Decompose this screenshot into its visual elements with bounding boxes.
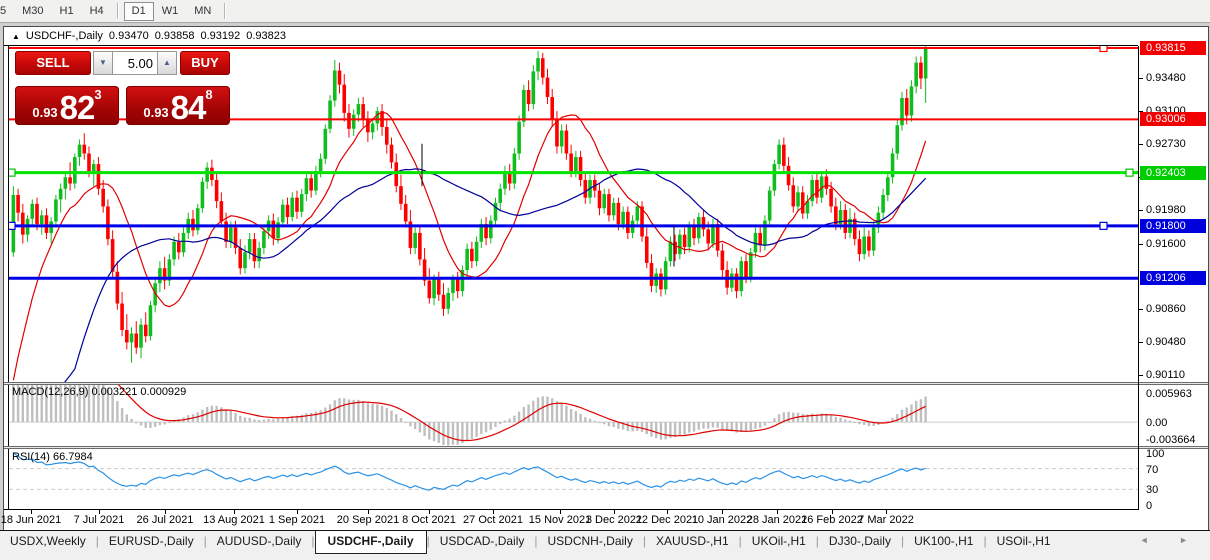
chart-tab-usdchf-daily[interactable]: USDCHF-,Daily bbox=[315, 531, 427, 554]
price-line-badge: 0.91206 bbox=[1140, 271, 1206, 285]
date-label: 1 Sep 2021 bbox=[262, 514, 332, 526]
chart-tab-usoil-h1[interactable]: USOil-,H1 bbox=[987, 531, 1061, 552]
price-tick-label: 0.90860 bbox=[1146, 303, 1186, 315]
chart-tab-dj30-daily[interactable]: DJ30-,Daily bbox=[819, 531, 901, 552]
one-click-trade-panel: SELL ▼ ▲ BUY 0.93 82 3 0.93 84 8 bbox=[15, 51, 230, 125]
axis-border-line bbox=[1138, 46, 1139, 510]
price-tick-label: 0.92730 bbox=[1146, 138, 1186, 150]
timeframe-toolbar: 5M30H1H4 D1W1MN bbox=[0, 0, 1210, 23]
chart-tab-xauusd-h1[interactable]: XAUUSD-,H1 bbox=[646, 531, 739, 552]
buy-price-big: 84 bbox=[171, 93, 206, 123]
date-label: 8 Oct 2021 bbox=[394, 514, 464, 526]
price-tick-mark bbox=[1139, 210, 1143, 211]
line-handle[interactable] bbox=[1126, 169, 1133, 176]
date-label: 26 Jul 2021 bbox=[130, 514, 200, 526]
ohlc-high: 0.93858 bbox=[155, 30, 195, 42]
rsi-axis-label: 100 bbox=[1146, 448, 1164, 460]
timeframe-button-h4[interactable]: H4 bbox=[82, 2, 112, 21]
timeframe-button-m30[interactable]: M30 bbox=[14, 2, 51, 21]
chart-tab-usdx-weekly[interactable]: USDX,Weekly bbox=[0, 531, 96, 552]
date-label: 7 Mar 2022 bbox=[851, 514, 921, 526]
date-label: 18 Jun 2021 bbox=[0, 514, 66, 526]
toolbar-separator bbox=[117, 3, 119, 19]
chart-tab-usdcnh-daily[interactable]: USDCNH-,Daily bbox=[538, 531, 643, 552]
chart-window: ▲ USDCHF-,Daily 0.93470 0.93858 0.93192 … bbox=[3, 26, 1209, 532]
line-handle[interactable] bbox=[1100, 222, 1107, 229]
ohlc-close: 0.93823 bbox=[246, 30, 286, 42]
macd-axis-bottom: -0.003664 bbox=[1146, 434, 1196, 446]
date-label: 7 Jul 2021 bbox=[64, 514, 134, 526]
price-tick-label: 0.91600 bbox=[1146, 238, 1186, 250]
rsi-axis-label: 0 bbox=[1146, 500, 1152, 512]
rsi-axis-label: 70 bbox=[1146, 464, 1158, 476]
ohlc-open: 0.93470 bbox=[109, 30, 149, 42]
line-handle[interactable] bbox=[9, 222, 15, 229]
volume-decrease-icon[interactable]: ▼ bbox=[93, 51, 113, 75]
date-axis: 18 Jun 20217 Jul 202126 Jul 202113 Aug 2… bbox=[4, 509, 1138, 532]
chart-symbol-label: USDCHF-,Daily bbox=[26, 30, 103, 42]
rsi-axis-label: 30 bbox=[1146, 484, 1158, 496]
price-tick-mark bbox=[1139, 144, 1143, 145]
line-handle[interactable] bbox=[1100, 46, 1107, 52]
price-line-badge: 0.93006 bbox=[1140, 112, 1206, 126]
volume-input[interactable] bbox=[113, 51, 157, 75]
sell-price-big: 82 bbox=[60, 93, 95, 123]
macd-axis-top: 0.005963 bbox=[1146, 388, 1192, 400]
chart-tab-bar: USDX,Weekly|EURUSD-,Daily|AUDUSD-,Daily|… bbox=[0, 530, 1210, 560]
chart-tab-eurusd-daily[interactable]: EURUSD-,Daily bbox=[99, 531, 204, 552]
timeframe-button-mn[interactable]: MN bbox=[186, 2, 219, 21]
price-tick-mark bbox=[1139, 375, 1143, 376]
date-label: 20 Sep 2021 bbox=[333, 514, 403, 526]
date-label: 13 Aug 2021 bbox=[199, 514, 269, 526]
toolbar-separator bbox=[224, 3, 226, 19]
volume-increase-icon[interactable]: ▲ bbox=[157, 51, 177, 75]
buy-price-button[interactable]: 0.93 84 8 bbox=[126, 86, 230, 125]
tab-scroll-arrows[interactable]: ◄ ► bbox=[1140, 535, 1202, 545]
ma_slow-line bbox=[13, 169, 925, 382]
price-tick-mark bbox=[1139, 342, 1143, 343]
price-axis: 0.934800.931000.927300.923500.919800.916… bbox=[1138, 46, 1208, 531]
rsi-line bbox=[13, 453, 925, 490]
chart-title-row: ▲ USDCHF-,Daily 0.93470 0.93858 0.93192 … bbox=[4, 27, 1208, 45]
timeframe-button-d1[interactable]: D1 bbox=[124, 2, 154, 21]
timeframe-button-5[interactable]: 5 bbox=[0, 2, 14, 21]
sell-price-prefix: 0.93 bbox=[32, 103, 57, 123]
sell-price-pip: 3 bbox=[94, 89, 101, 101]
price-tick-mark bbox=[1139, 244, 1143, 245]
macd-label: MACD(12,26,9) 0.003221 0.000929 bbox=[12, 386, 186, 398]
price-tick-mark bbox=[1139, 78, 1143, 79]
chart-tab-ukoil-h1[interactable]: UKOil-,H1 bbox=[742, 531, 816, 552]
rsi-label: RSI(14) 66.7984 bbox=[12, 451, 93, 463]
buy-price-pip: 8 bbox=[205, 89, 212, 101]
price-line-badge: 0.92403 bbox=[1140, 166, 1206, 180]
sell-price-button[interactable]: 0.93 82 3 bbox=[15, 86, 119, 125]
ohlc-low: 0.93192 bbox=[200, 30, 240, 42]
timeframe-button-w1[interactable]: W1 bbox=[154, 2, 187, 21]
timeframe-button-h1[interactable]: H1 bbox=[52, 2, 82, 21]
price-tick-label: 0.91980 bbox=[1146, 204, 1186, 216]
price-line-badge: 0.91800 bbox=[1140, 219, 1206, 233]
volume-spinner: ▼ ▲ bbox=[93, 51, 177, 75]
chart-tab-audusd-daily[interactable]: AUDUSD-,Daily bbox=[207, 531, 312, 552]
buy-button[interactable]: BUY bbox=[180, 51, 230, 75]
chart-tab-usdcad-daily[interactable]: USDCAD-,Daily bbox=[430, 531, 535, 552]
price-tick-label: 0.90480 bbox=[1146, 336, 1186, 348]
price-line-badge: 0.93815 bbox=[1140, 41, 1206, 55]
sell-button[interactable]: SELL bbox=[15, 51, 91, 75]
chart-tab-uk100-h1[interactable]: UK100-,H1 bbox=[904, 531, 983, 552]
price-tick-label: 0.90110 bbox=[1146, 369, 1185, 381]
price-tick-mark bbox=[1139, 309, 1143, 310]
price-tick-label: 0.93480 bbox=[1146, 72, 1186, 84]
macd-axis-zero: 0.00 bbox=[1146, 417, 1167, 429]
trade-panel-collapse-icon[interactable]: ▲ bbox=[12, 32, 20, 41]
buy-price-prefix: 0.93 bbox=[143, 103, 168, 123]
date-label: 27 Oct 2021 bbox=[458, 514, 528, 526]
rsi-panel-plot[interactable] bbox=[9, 449, 1138, 509]
line-handle[interactable] bbox=[9, 169, 15, 176]
